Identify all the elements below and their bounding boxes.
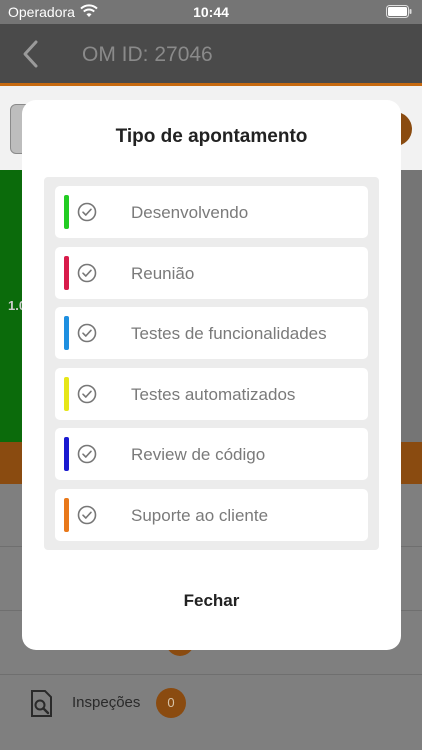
option-color-bar xyxy=(64,497,69,532)
option-label: Review de código xyxy=(131,445,266,465)
status-bar: Operadora 10:44 xyxy=(0,0,422,24)
nav-bar: OM ID: 27046 xyxy=(0,24,422,86)
check-circle-icon xyxy=(77,505,97,525)
check-circle-icon xyxy=(77,384,97,404)
option-item-desenvolvendo[interactable]: Desenvolvendo xyxy=(55,186,368,238)
tipo-apontamento-modal: Tipo de apontamento Desenvolvendo Reuniã… xyxy=(22,100,401,650)
option-label: Testes de funcionalidades xyxy=(131,324,327,344)
divider xyxy=(0,674,422,675)
option-item-testes-funcionalidades[interactable]: Testes de funcionalidades xyxy=(55,307,368,360)
option-label: Desenvolvendo xyxy=(131,203,249,222)
nav-title: OM ID: 27046 xyxy=(82,43,213,66)
option-item-testes-automatizados[interactable]: Testes automatizados xyxy=(55,367,368,420)
option-color-bar xyxy=(64,437,69,472)
option-item-review-codigo[interactable]: Review de código xyxy=(55,428,368,481)
check-circle-icon xyxy=(77,445,97,464)
check-circle-icon xyxy=(77,202,97,222)
back-icon[interactable] xyxy=(20,39,42,69)
option-item-reuniao[interactable]: Reunião xyxy=(55,246,368,299)
inspecoes-label: Inspeções xyxy=(72,694,141,711)
option-color-bar xyxy=(64,316,69,351)
battery-icon xyxy=(386,5,412,18)
option-color-bar xyxy=(64,255,69,290)
option-label: Testes automatizados xyxy=(131,384,296,404)
close-button[interactable]: Fechar xyxy=(22,588,401,614)
option-label: Reunião xyxy=(131,263,195,283)
option-label: Suporte ao cliente xyxy=(131,505,269,525)
inspection-search-icon xyxy=(31,690,52,717)
inspecoes-count-badge: 0 xyxy=(156,688,186,718)
check-circle-icon xyxy=(77,263,97,282)
check-circle-icon xyxy=(77,323,97,343)
status-time: 10:44 xyxy=(193,4,229,20)
option-color-bar xyxy=(64,195,69,229)
modal-title: Tipo de apontamento xyxy=(115,126,308,147)
screen: Operadora 10:44 OM ID: 27046 1.0 Inspeçõ… xyxy=(0,0,422,750)
option-item-suporte-cliente[interactable]: Suporte ao cliente xyxy=(55,488,368,541)
option-list: Desenvolvendo Reunião Testes de funciona… xyxy=(44,177,379,550)
option-color-bar xyxy=(64,376,69,411)
